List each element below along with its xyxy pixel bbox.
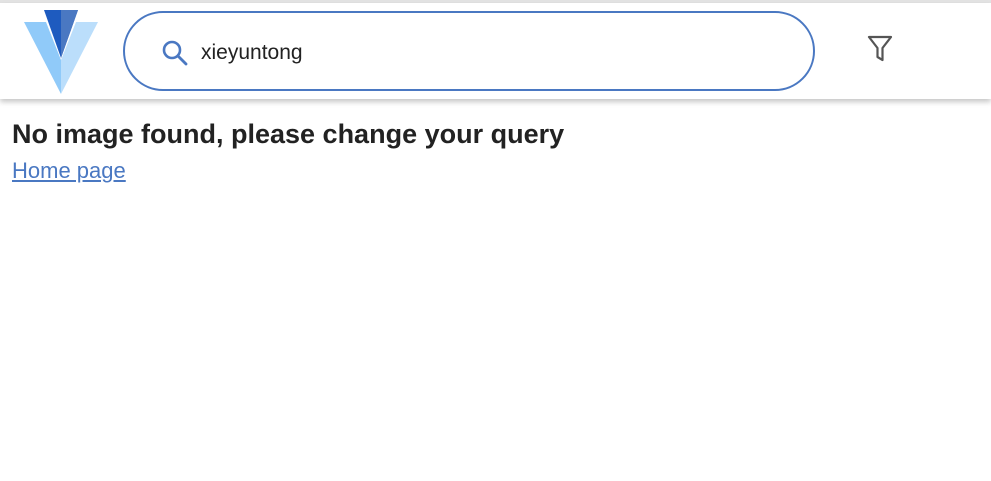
filter-button[interactable]	[862, 33, 898, 69]
no-results-message: No image found, please change your query	[12, 119, 565, 149]
search-input[interactable]	[201, 35, 761, 71]
app-bar	[0, 3, 991, 99]
search-icon[interactable]	[161, 39, 189, 67]
logo-icon[interactable]	[24, 10, 98, 94]
search-box[interactable]	[123, 11, 815, 91]
filter-icon	[866, 34, 894, 69]
home-page-link[interactable]: Home page	[12, 158, 126, 184]
main-content: No image found, please change your query…	[12, 116, 972, 184]
